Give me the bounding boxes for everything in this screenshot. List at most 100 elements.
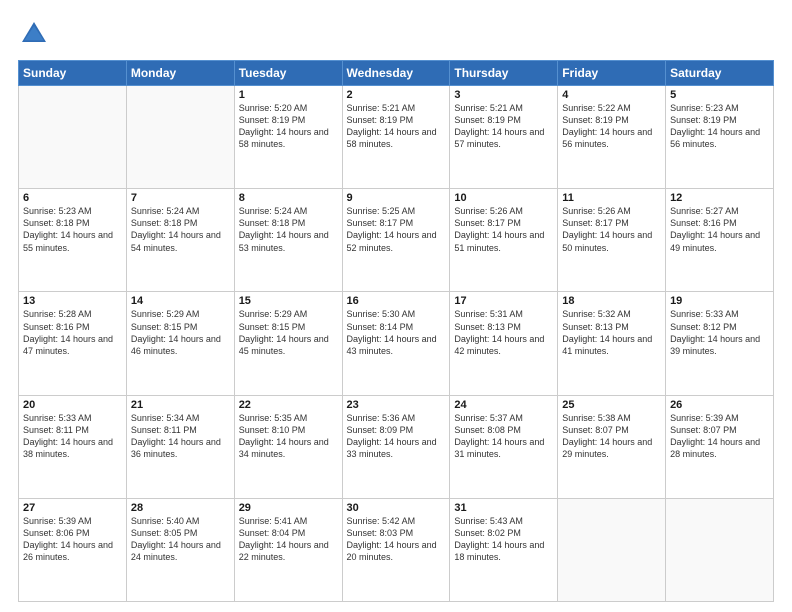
calendar-cell: 2Sunrise: 5:21 AMSunset: 8:19 PMDaylight… xyxy=(342,86,450,189)
calendar-cell: 25Sunrise: 5:38 AMSunset: 8:07 PMDayligh… xyxy=(558,395,666,498)
day-info: Sunrise: 5:23 AMSunset: 8:19 PMDaylight:… xyxy=(670,102,769,151)
calendar-cell: 19Sunrise: 5:33 AMSunset: 8:12 PMDayligh… xyxy=(666,292,774,395)
calendar-cell: 27Sunrise: 5:39 AMSunset: 8:06 PMDayligh… xyxy=(19,498,127,601)
day-number: 4 xyxy=(562,89,661,101)
calendar-table: SundayMondayTuesdayWednesdayThursdayFrid… xyxy=(18,60,774,602)
calendar-cell xyxy=(558,498,666,601)
day-number: 27 xyxy=(23,502,122,514)
day-number: 28 xyxy=(131,502,230,514)
calendar-cell: 21Sunrise: 5:34 AMSunset: 8:11 PMDayligh… xyxy=(126,395,234,498)
day-info: Sunrise: 5:33 AMSunset: 8:11 PMDaylight:… xyxy=(23,412,122,461)
logo xyxy=(18,18,54,50)
day-number: 6 xyxy=(23,192,122,204)
day-info: Sunrise: 5:38 AMSunset: 8:07 PMDaylight:… xyxy=(562,412,661,461)
calendar-week-row: 13Sunrise: 5:28 AMSunset: 8:16 PMDayligh… xyxy=(19,292,774,395)
weekday-header: Tuesday xyxy=(234,61,342,86)
calendar-cell xyxy=(666,498,774,601)
day-info: Sunrise: 5:26 AMSunset: 8:17 PMDaylight:… xyxy=(562,205,661,254)
day-number: 12 xyxy=(670,192,769,204)
day-info: Sunrise: 5:29 AMSunset: 8:15 PMDaylight:… xyxy=(239,308,338,357)
calendar-header-row: SundayMondayTuesdayWednesdayThursdayFrid… xyxy=(19,61,774,86)
day-number: 20 xyxy=(23,399,122,411)
day-number: 5 xyxy=(670,89,769,101)
day-number: 7 xyxy=(131,192,230,204)
weekday-header: Thursday xyxy=(450,61,558,86)
day-number: 1 xyxy=(239,89,338,101)
calendar-cell: 12Sunrise: 5:27 AMSunset: 8:16 PMDayligh… xyxy=(666,189,774,292)
day-info: Sunrise: 5:21 AMSunset: 8:19 PMDaylight:… xyxy=(454,102,553,151)
weekday-header: Saturday xyxy=(666,61,774,86)
page: SundayMondayTuesdayWednesdayThursdayFrid… xyxy=(0,0,792,612)
calendar-cell: 9Sunrise: 5:25 AMSunset: 8:17 PMDaylight… xyxy=(342,189,450,292)
calendar-cell: 31Sunrise: 5:43 AMSunset: 8:02 PMDayligh… xyxy=(450,498,558,601)
calendar-cell: 7Sunrise: 5:24 AMSunset: 8:18 PMDaylight… xyxy=(126,189,234,292)
day-number: 31 xyxy=(454,502,553,514)
day-info: Sunrise: 5:39 AMSunset: 8:07 PMDaylight:… xyxy=(670,412,769,461)
calendar-cell: 22Sunrise: 5:35 AMSunset: 8:10 PMDayligh… xyxy=(234,395,342,498)
weekday-header: Monday xyxy=(126,61,234,86)
day-number: 30 xyxy=(347,502,446,514)
weekday-header: Friday xyxy=(558,61,666,86)
day-number: 26 xyxy=(670,399,769,411)
day-info: Sunrise: 5:39 AMSunset: 8:06 PMDaylight:… xyxy=(23,515,122,564)
calendar-cell xyxy=(19,86,127,189)
weekday-header: Sunday xyxy=(19,61,127,86)
day-number: 24 xyxy=(454,399,553,411)
logo-icon xyxy=(18,18,50,50)
calendar-cell: 10Sunrise: 5:26 AMSunset: 8:17 PMDayligh… xyxy=(450,189,558,292)
day-info: Sunrise: 5:40 AMSunset: 8:05 PMDaylight:… xyxy=(131,515,230,564)
calendar-cell: 4Sunrise: 5:22 AMSunset: 8:19 PMDaylight… xyxy=(558,86,666,189)
calendar-cell: 20Sunrise: 5:33 AMSunset: 8:11 PMDayligh… xyxy=(19,395,127,498)
day-number: 23 xyxy=(347,399,446,411)
calendar-cell: 29Sunrise: 5:41 AMSunset: 8:04 PMDayligh… xyxy=(234,498,342,601)
calendar-cell xyxy=(126,86,234,189)
calendar-week-row: 27Sunrise: 5:39 AMSunset: 8:06 PMDayligh… xyxy=(19,498,774,601)
day-info: Sunrise: 5:35 AMSunset: 8:10 PMDaylight:… xyxy=(239,412,338,461)
day-info: Sunrise: 5:32 AMSunset: 8:13 PMDaylight:… xyxy=(562,308,661,357)
calendar-cell: 23Sunrise: 5:36 AMSunset: 8:09 PMDayligh… xyxy=(342,395,450,498)
day-number: 16 xyxy=(347,295,446,307)
calendar-cell: 3Sunrise: 5:21 AMSunset: 8:19 PMDaylight… xyxy=(450,86,558,189)
day-number: 2 xyxy=(347,89,446,101)
day-info: Sunrise: 5:26 AMSunset: 8:17 PMDaylight:… xyxy=(454,205,553,254)
day-info: Sunrise: 5:37 AMSunset: 8:08 PMDaylight:… xyxy=(454,412,553,461)
calendar-cell: 18Sunrise: 5:32 AMSunset: 8:13 PMDayligh… xyxy=(558,292,666,395)
day-info: Sunrise: 5:21 AMSunset: 8:19 PMDaylight:… xyxy=(347,102,446,151)
calendar-cell: 17Sunrise: 5:31 AMSunset: 8:13 PMDayligh… xyxy=(450,292,558,395)
day-info: Sunrise: 5:36 AMSunset: 8:09 PMDaylight:… xyxy=(347,412,446,461)
day-number: 10 xyxy=(454,192,553,204)
calendar-cell: 11Sunrise: 5:26 AMSunset: 8:17 PMDayligh… xyxy=(558,189,666,292)
calendar-cell: 30Sunrise: 5:42 AMSunset: 8:03 PMDayligh… xyxy=(342,498,450,601)
day-number: 17 xyxy=(454,295,553,307)
day-number: 15 xyxy=(239,295,338,307)
calendar-cell: 8Sunrise: 5:24 AMSunset: 8:18 PMDaylight… xyxy=(234,189,342,292)
calendar-cell: 16Sunrise: 5:30 AMSunset: 8:14 PMDayligh… xyxy=(342,292,450,395)
day-info: Sunrise: 5:34 AMSunset: 8:11 PMDaylight:… xyxy=(131,412,230,461)
day-number: 9 xyxy=(347,192,446,204)
day-number: 18 xyxy=(562,295,661,307)
day-info: Sunrise: 5:43 AMSunset: 8:02 PMDaylight:… xyxy=(454,515,553,564)
day-info: Sunrise: 5:22 AMSunset: 8:19 PMDaylight:… xyxy=(562,102,661,151)
calendar-cell: 26Sunrise: 5:39 AMSunset: 8:07 PMDayligh… xyxy=(666,395,774,498)
weekday-header: Wednesday xyxy=(342,61,450,86)
day-number: 29 xyxy=(239,502,338,514)
day-number: 8 xyxy=(239,192,338,204)
day-number: 3 xyxy=(454,89,553,101)
day-info: Sunrise: 5:23 AMSunset: 8:18 PMDaylight:… xyxy=(23,205,122,254)
day-info: Sunrise: 5:42 AMSunset: 8:03 PMDaylight:… xyxy=(347,515,446,564)
day-info: Sunrise: 5:31 AMSunset: 8:13 PMDaylight:… xyxy=(454,308,553,357)
day-info: Sunrise: 5:25 AMSunset: 8:17 PMDaylight:… xyxy=(347,205,446,254)
calendar-cell: 5Sunrise: 5:23 AMSunset: 8:19 PMDaylight… xyxy=(666,86,774,189)
day-number: 21 xyxy=(131,399,230,411)
day-number: 11 xyxy=(562,192,661,204)
day-info: Sunrise: 5:24 AMSunset: 8:18 PMDaylight:… xyxy=(131,205,230,254)
header xyxy=(18,18,774,50)
day-number: 25 xyxy=(562,399,661,411)
day-number: 19 xyxy=(670,295,769,307)
day-info: Sunrise: 5:41 AMSunset: 8:04 PMDaylight:… xyxy=(239,515,338,564)
day-number: 14 xyxy=(131,295,230,307)
day-info: Sunrise: 5:30 AMSunset: 8:14 PMDaylight:… xyxy=(347,308,446,357)
day-info: Sunrise: 5:27 AMSunset: 8:16 PMDaylight:… xyxy=(670,205,769,254)
calendar-cell: 15Sunrise: 5:29 AMSunset: 8:15 PMDayligh… xyxy=(234,292,342,395)
calendar-cell: 14Sunrise: 5:29 AMSunset: 8:15 PMDayligh… xyxy=(126,292,234,395)
